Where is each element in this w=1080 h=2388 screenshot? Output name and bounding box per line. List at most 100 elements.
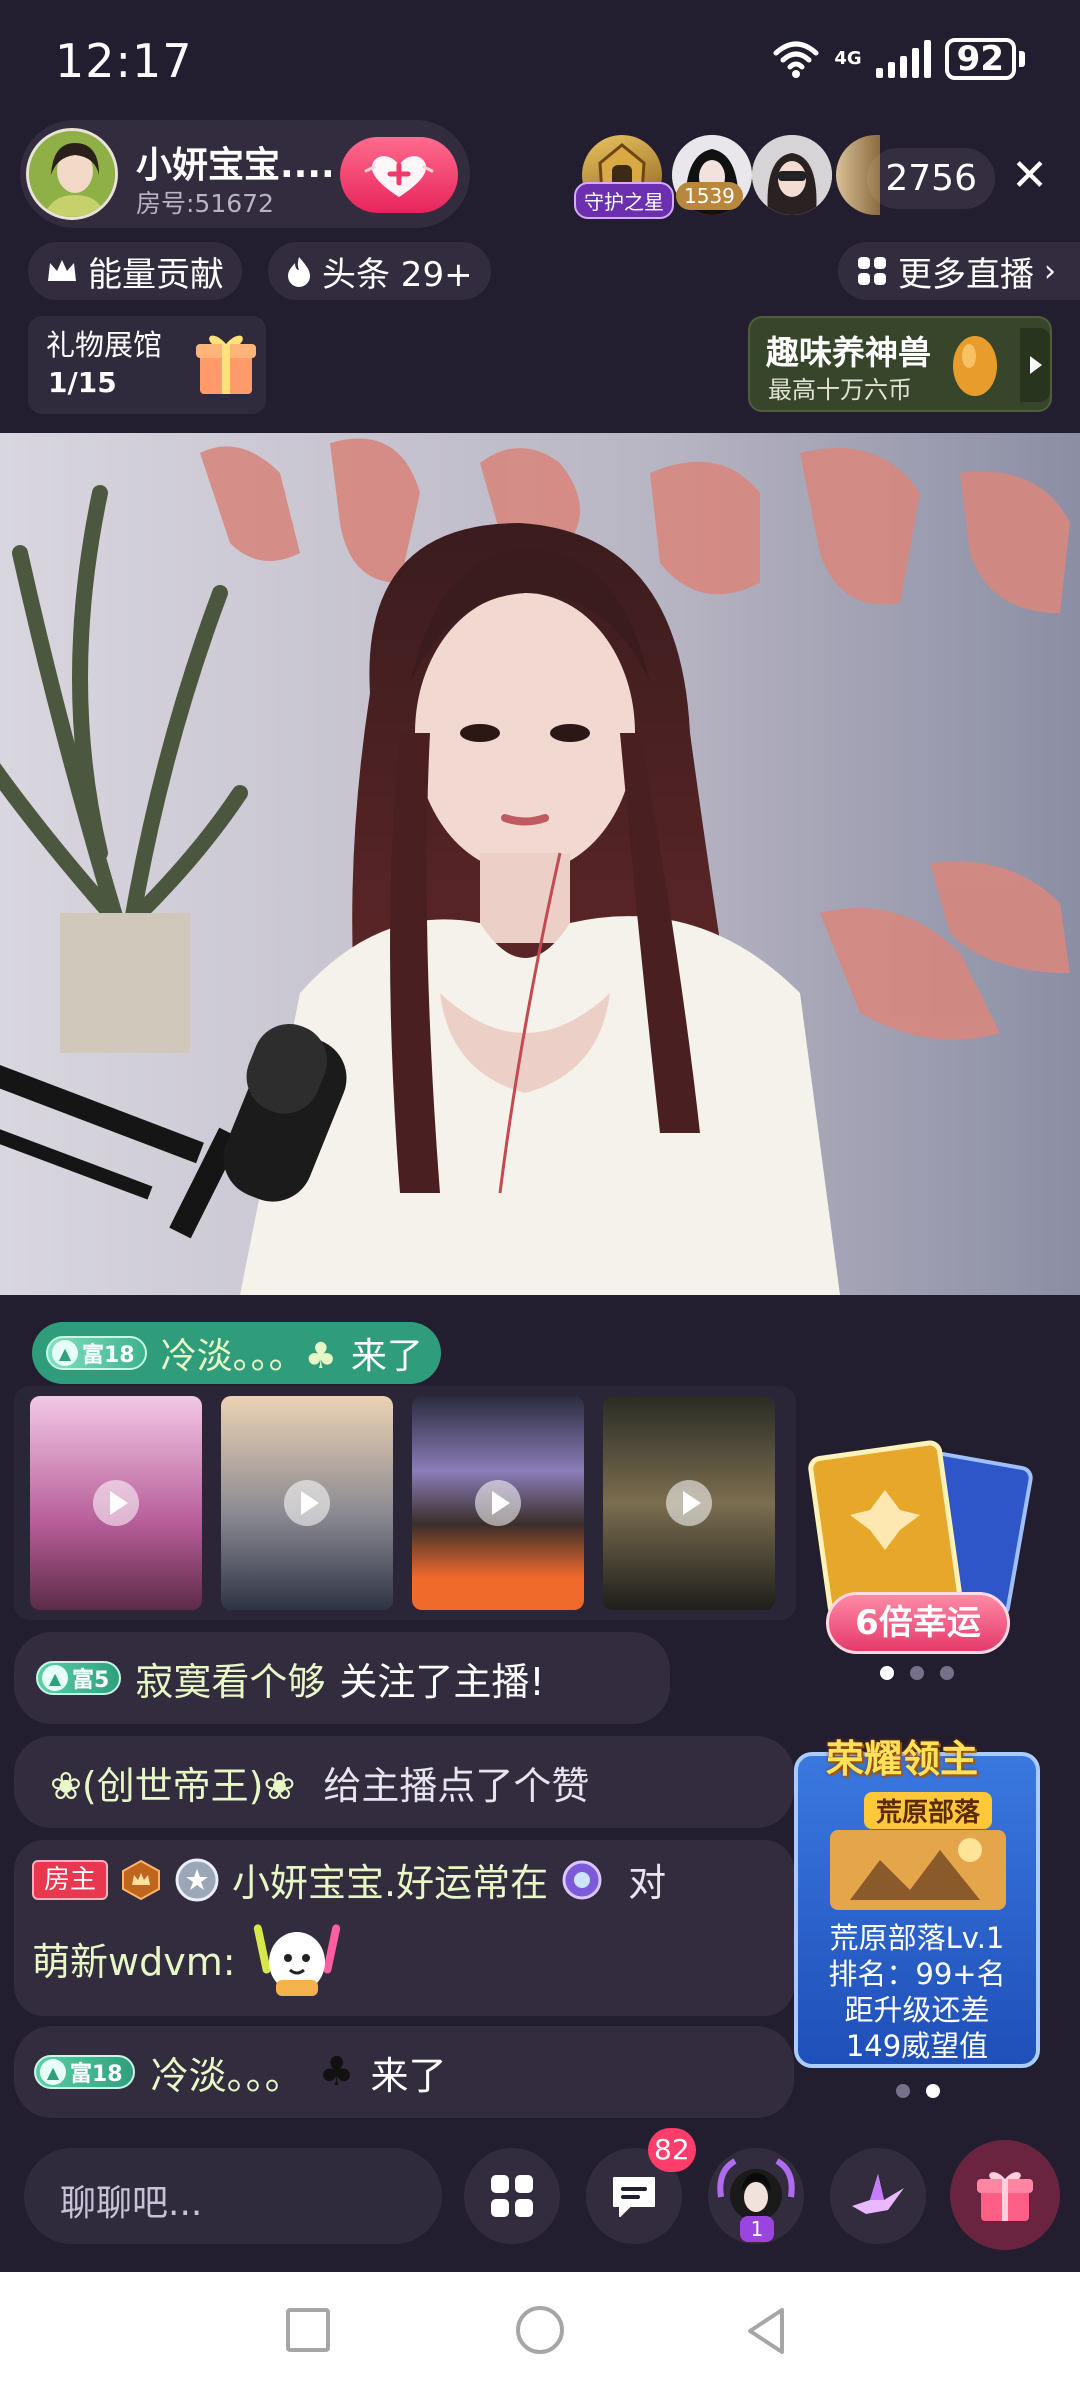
chat-username[interactable]: 冷淡。。。♣ (161, 1327, 337, 1379)
hexagon-crown-icon (122, 1859, 161, 1900)
chat-message: 关注了主播! (339, 1659, 545, 1704)
close-icon[interactable]: ✕ (1011, 150, 1048, 201)
video-thumbnail-2[interactable] (221, 1396, 393, 1610)
play-icon (475, 1480, 521, 1526)
rank-card-upgrade: 距升级还差 (844, 1993, 990, 2027)
game-banner-title: 趣味养神兽 (766, 333, 931, 372)
host-role-badge: 房主 (32, 1859, 109, 1900)
wealth-level-badge: ▲ 富18 (46, 1336, 147, 1370)
heart-plus-icon (364, 156, 434, 197)
rank-card-tribe-banner: 荒原部落 (864, 1792, 993, 1829)
chat-entry-like: ❀(创世帝王)❀ 给主播点了个赞 (14, 1736, 794, 1828)
follow-button[interactable] (340, 137, 458, 213)
chat-target-username[interactable]: 萌新wdvm: (32, 1931, 236, 1986)
signal-icon (875, 40, 931, 78)
energy-contribution-chip[interactable]: 能量贡献 (28, 242, 242, 300)
headline-label: 头条 29+ (322, 254, 473, 295)
wealth-level-label: 富18 (70, 2062, 123, 2087)
gift-button[interactable] (950, 2140, 1060, 2250)
video-thumbnail-3[interactable] (412, 1396, 584, 1610)
more-live-label: 更多直播 (898, 254, 1034, 295)
more-apps-button[interactable] (464, 2148, 560, 2244)
chat-message: 给主播点了个赞 (323, 1763, 590, 1808)
grid-icon (491, 2175, 533, 2217)
energy-contribution-label: 能量贡献 (88, 254, 224, 295)
recent-apps-icon[interactable] (286, 2308, 330, 2352)
rank-card-title: 荣耀领主 (826, 1737, 979, 1781)
paper-crane-icon (852, 2174, 904, 2214)
guard-star-badge: 守护之星 (574, 182, 674, 219)
wealth-level-label: 富5 (72, 1668, 110, 1693)
egg-icon (953, 336, 997, 396)
host-name: 小妍宝宝.... (136, 145, 335, 186)
flame-icon (288, 257, 310, 287)
lucky-multiplier-badge[interactable]: 6倍幸运 (826, 1592, 1010, 1654)
chat-entry-follow: ▲ 富5 寂寞看个够 关注了主播! (14, 1632, 670, 1724)
video-thumbnail-1[interactable] (30, 1396, 202, 1610)
chat-bubble-icon (613, 2177, 655, 2217)
play-icon (284, 1480, 330, 1526)
rank-card-rank: 排名：99+名 (828, 1957, 1006, 1991)
headline-chip[interactable]: 头条 29+ (268, 242, 491, 300)
game-banner-subtitle: 最高十万六币 (768, 376, 912, 404)
chevron-right-icon: › (1044, 253, 1056, 289)
battery-level: 92 (944, 38, 1016, 80)
wifi-icon (773, 41, 819, 78)
chat-host-line: 房主 小妍宝宝.好运常在 对 (32, 1852, 666, 1907)
avatar-level-badge: 1 (740, 2216, 774, 2242)
banner-arrow-icon[interactable] (1020, 328, 1050, 402)
host-room-number: 房号:51672 (136, 189, 274, 218)
chat-username[interactable]: 冷淡。。。 (151, 2045, 303, 2100)
rank-card-details: 荒原部落Lv.1 排名：99+名 距升级还差 149威望值 (810, 1920, 1024, 2064)
chat-message: 来了 (350, 1336, 423, 1377)
level-triangle-icon: ▲ (42, 1665, 68, 1691)
level-triangle-icon: ▲ (52, 1340, 78, 1366)
wealth-level-label: 富18 (82, 1343, 135, 1368)
grid-icon (858, 257, 886, 285)
chat-username[interactable]: 寂寞看个够 (135, 1651, 325, 1706)
back-icon[interactable] (744, 2306, 788, 2356)
rank-card-gap: 149威望值 (845, 2029, 989, 2063)
vip-emblem-icon (562, 1860, 602, 1899)
chat-host-target-line: 萌新wdvm: (32, 1918, 342, 1998)
chat-entry-arrival-2: ▲ 富18 冷淡。。。 ♣ 来了 (14, 2026, 794, 2118)
carousel-dots-1 (880, 1666, 954, 1680)
video-thumbnail-4[interactable] (603, 1396, 775, 1610)
level-triangle-icon: ▲ (40, 2059, 66, 2085)
cheering-emoji-icon (253, 1924, 340, 1996)
chat-username[interactable]: ❀(创世帝王)❀ (50, 1755, 295, 1810)
play-icon (666, 1480, 712, 1526)
gift-box-icon (196, 335, 256, 394)
rank-card-level: 荒原部落Lv.1 (829, 1921, 1005, 1955)
wealth-level-badge: ▲ 富5 (36, 1661, 122, 1695)
crown-icon (48, 260, 76, 281)
chat-input[interactable]: 聊聊吧... (24, 2148, 442, 2244)
play-icon (93, 1480, 139, 1526)
club-icon: ♣ (318, 2049, 355, 2095)
chat-entry-arrival-1: ▲ 富18 冷淡。。。♣ 来了 (32, 1322, 441, 1384)
flower-icon: ❀ (263, 1763, 296, 1808)
paper-crane-button[interactable] (830, 2148, 926, 2244)
gift-icon (977, 2172, 1033, 2221)
gift-hall-progress: 1/15 (48, 366, 117, 399)
chat-message: 来了 (370, 2053, 447, 2098)
viewer-level-badge: 1539 (676, 182, 743, 210)
message-count-badge: 82 (648, 2128, 696, 2172)
network-type: 4G (834, 48, 862, 69)
status-time: 12:17 (55, 34, 193, 88)
live-video-stream[interactable] (0, 433, 1080, 1295)
flower-icon: ❀ (50, 1763, 82, 1808)
gift-hall-title: 礼物展馆 (46, 328, 163, 362)
status-icons: 4G 92 (772, 38, 1025, 80)
chat-username[interactable]: 小妍宝宝.好运常在 (232, 1852, 548, 1907)
wealth-level-badge: ▲ 富18 (34, 2055, 135, 2089)
home-icon[interactable] (516, 2306, 564, 2354)
carousel-dots-2 (896, 2084, 940, 2098)
chat-message: 对 (628, 1861, 667, 1905)
viewer-count[interactable]: 2756 (867, 148, 995, 209)
battery-icon: 92 (944, 38, 1025, 80)
tribe-image (830, 1830, 1006, 1910)
host-avatar[interactable] (26, 128, 118, 220)
more-live-chip[interactable]: 更多直播 › (838, 242, 1080, 300)
viewer-avatar-3[interactable] (752, 135, 832, 215)
